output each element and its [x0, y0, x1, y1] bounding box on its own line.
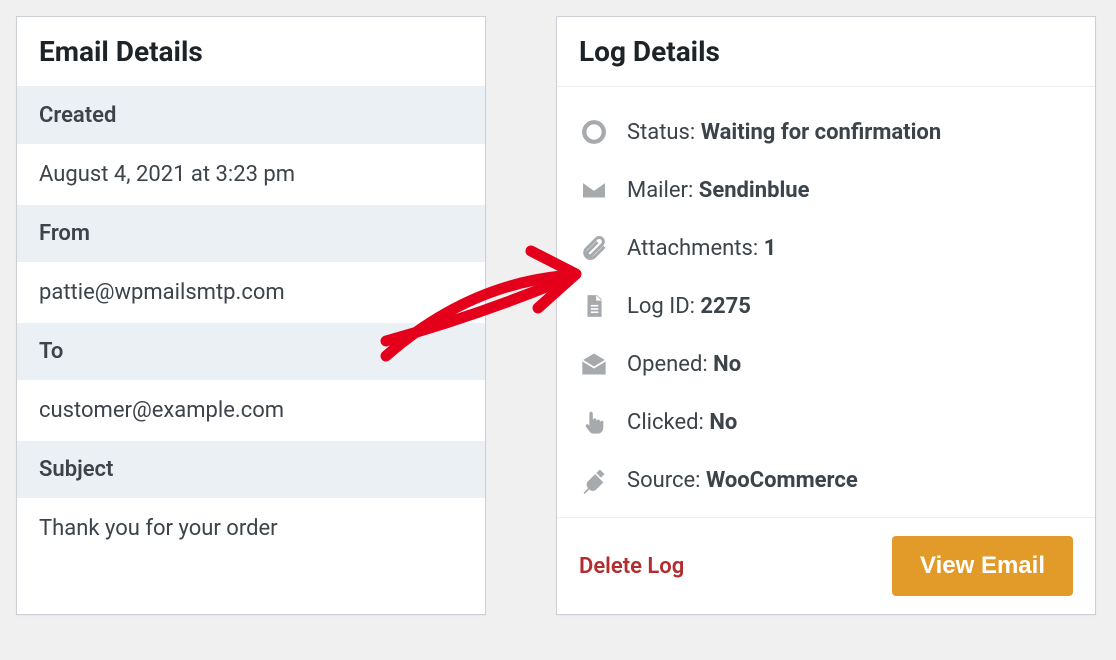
- source-label: Source:: [627, 468, 706, 493]
- envelope-icon: [579, 175, 609, 205]
- log-details-panel: Log Details Status: Waiting for confirma…: [556, 16, 1096, 615]
- status-value: Waiting for confirmation: [701, 120, 941, 145]
- plug-icon: [579, 465, 609, 495]
- paperclip-icon: [579, 233, 609, 263]
- log-item-opened: Opened: No: [579, 335, 1073, 393]
- subject-value: Thank you for your order: [17, 498, 485, 559]
- logid-value: 2275: [700, 294, 751, 319]
- view-email-button[interactable]: View Email: [892, 536, 1073, 596]
- email-details-title: Email Details: [17, 17, 485, 87]
- source-value: WooCommerce: [706, 468, 858, 493]
- clicked-label: Clicked:: [627, 410, 709, 435]
- to-label: To: [17, 323, 485, 380]
- log-item-source: Source: WooCommerce: [579, 451, 1073, 509]
- created-label: Created: [17, 87, 485, 144]
- file-icon: [579, 291, 609, 321]
- from-value: pattie@wpmailsmtp.com: [17, 262, 485, 323]
- clicked-value: No: [709, 410, 737, 435]
- from-label: From: [17, 205, 485, 262]
- logid-label: Log ID:: [627, 294, 700, 319]
- delete-log-link[interactable]: Delete Log: [579, 554, 684, 579]
- subject-label: Subject: [17, 441, 485, 498]
- log-details-title: Log Details: [557, 17, 1095, 87]
- circle-icon: [579, 117, 609, 147]
- log-item-clicked: Clicked: No: [579, 393, 1073, 451]
- to-value: customer@example.com: [17, 380, 485, 441]
- log-item-mailer: Mailer: Sendinblue: [579, 161, 1073, 219]
- mailer-label: Mailer:: [627, 178, 699, 203]
- created-value: August 4, 2021 at 3:23 pm: [17, 144, 485, 205]
- email-details-panel: Email Details Created August 4, 2021 at …: [16, 16, 486, 615]
- mailer-value: Sendinblue: [699, 178, 810, 203]
- status-label: Status:: [627, 120, 701, 145]
- hand-pointer-icon: [579, 407, 609, 437]
- opened-value: No: [713, 352, 741, 377]
- attachments-value: 1: [764, 236, 777, 261]
- envelope-open-icon: [579, 349, 609, 379]
- log-item-status: Status: Waiting for confirmation: [579, 103, 1073, 161]
- opened-label: Opened:: [627, 352, 713, 377]
- log-item-logid: Log ID: 2275: [579, 277, 1073, 335]
- log-item-attachments: Attachments: 1: [579, 219, 1073, 277]
- attachments-label: Attachments:: [627, 236, 764, 261]
